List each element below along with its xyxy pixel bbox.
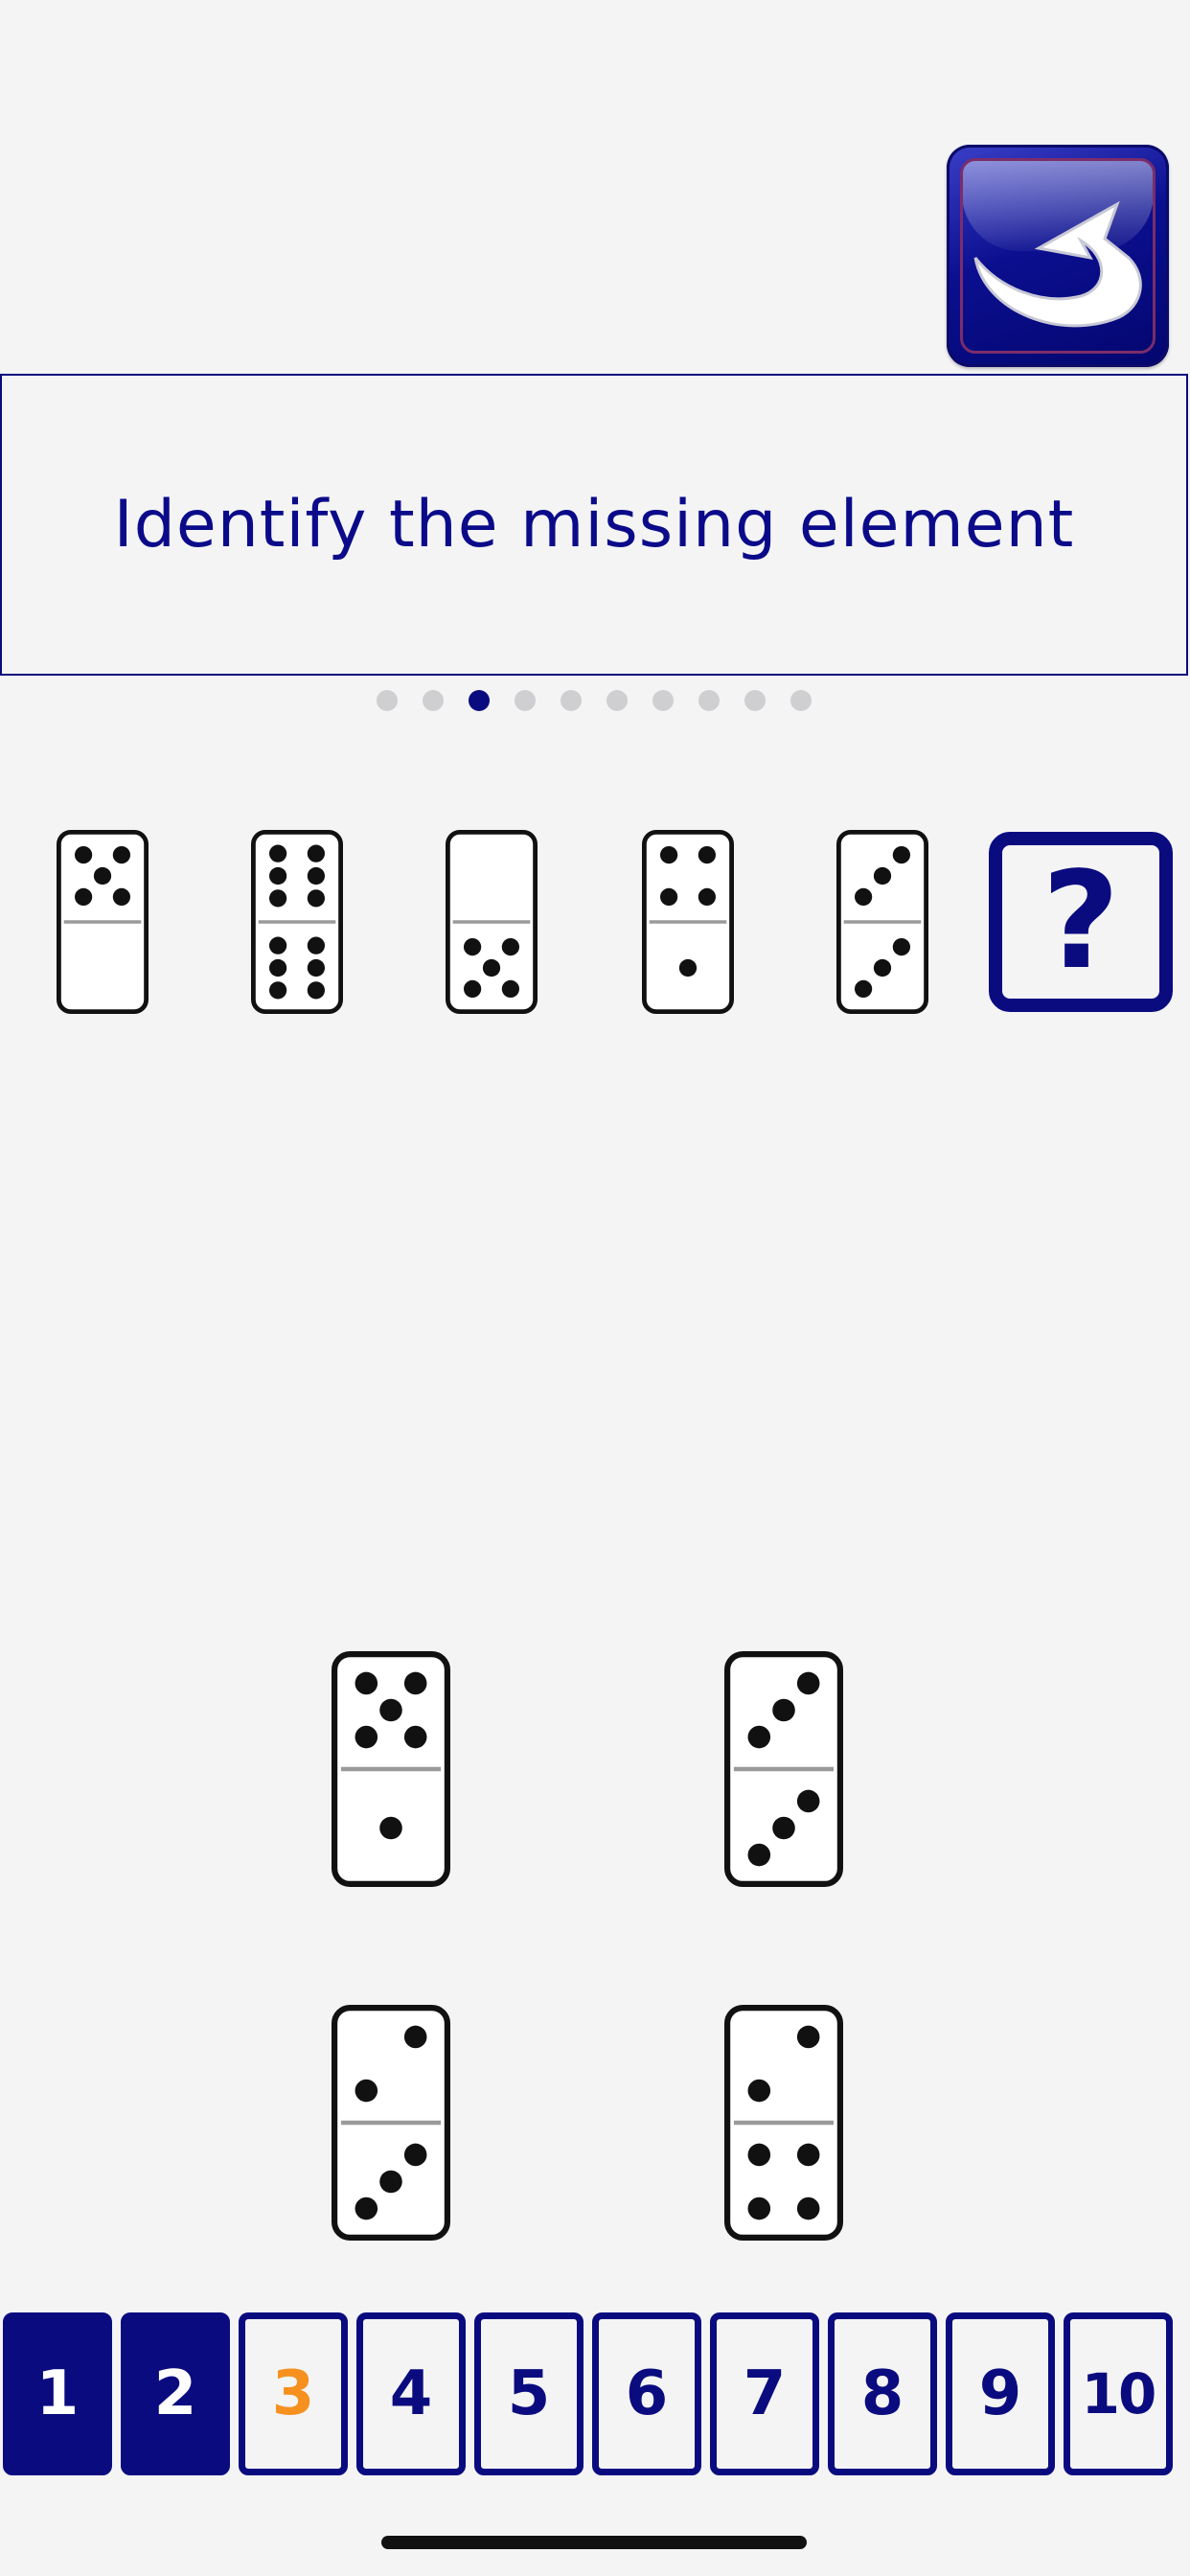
progress-dots xyxy=(377,690,812,711)
sequence-domino xyxy=(446,830,538,1014)
page-button-5[interactable]: 5 xyxy=(474,2312,584,2475)
domino-bottom-pip xyxy=(796,2143,820,2167)
domino-top-pip xyxy=(268,889,287,908)
domino-top-pip xyxy=(355,1671,378,1695)
progress-dot xyxy=(423,690,444,711)
answer-option-domino[interactable] xyxy=(723,1650,844,1888)
domino-top-pip xyxy=(307,889,326,908)
page-button-4[interactable]: 4 xyxy=(356,2312,466,2475)
domino-bottom-pip xyxy=(403,2143,427,2167)
domino-top-pip xyxy=(796,1671,820,1695)
missing-element-placeholder: ? xyxy=(989,832,1173,1012)
domino-top-pip xyxy=(355,1725,378,1749)
progress-dot xyxy=(469,690,490,711)
instruction-text: Identify the missing element xyxy=(113,487,1075,563)
domino-top-pip xyxy=(379,1698,402,1722)
answer-option-domino[interactable] xyxy=(331,1650,451,1888)
answer-option-domino[interactable] xyxy=(331,2004,451,2242)
domino-bottom-pip xyxy=(678,958,698,978)
domino-top-pip xyxy=(403,2025,427,2049)
progress-dot xyxy=(698,690,720,711)
domino-top-pip xyxy=(112,887,131,907)
sequence-domino xyxy=(251,830,343,1014)
domino-top-pip xyxy=(268,844,287,862)
sequence-domino xyxy=(57,830,149,1014)
progress-dot xyxy=(790,690,812,711)
domino-bottom-pip xyxy=(307,936,326,954)
domino-bottom-pip xyxy=(379,1816,402,1840)
domino-bottom-pip xyxy=(463,937,482,956)
domino-top-pip xyxy=(698,845,717,864)
domino-top-pip xyxy=(659,845,678,864)
domino-bottom-pip xyxy=(463,979,482,999)
domino-top-pip xyxy=(892,845,911,864)
domino-bottom-pip xyxy=(268,958,287,978)
sequence-domino xyxy=(642,830,734,1014)
domino-top-pip xyxy=(747,2079,771,2103)
progress-dot xyxy=(561,690,582,711)
page-button-10[interactable]: 10 xyxy=(1064,2312,1173,2475)
instruction-banner: Identify the missing element xyxy=(0,374,1188,676)
page-button-3[interactable]: 3 xyxy=(239,2312,348,2475)
domino-top-pip xyxy=(747,1725,771,1749)
domino-bottom-pip xyxy=(307,981,326,1000)
domino-top-pip xyxy=(698,887,717,907)
domino-bottom-pip xyxy=(355,2196,378,2220)
domino-bottom-pip xyxy=(796,2196,820,2220)
domino-bottom-pip xyxy=(854,979,873,999)
domino-bottom-pip xyxy=(379,2170,402,2194)
domino-bottom-pip xyxy=(772,1816,795,1840)
back-button[interactable] xyxy=(947,145,1169,367)
page-button-2[interactable]: 2 xyxy=(121,2312,230,2475)
domino-bottom-pip xyxy=(482,958,501,978)
domino-bottom-pip xyxy=(268,981,287,1000)
domino-top-pip xyxy=(112,845,131,864)
domino-bottom-pip xyxy=(307,958,326,978)
domino-bottom-pip xyxy=(268,936,287,954)
domino-bottom-pip xyxy=(892,937,911,956)
page-button-6[interactable]: 6 xyxy=(592,2312,701,2475)
question-pager: 1 2 3 4 5 6 7 8 9 10 xyxy=(3,2312,1173,2475)
page-button-7[interactable]: 7 xyxy=(710,2312,819,2475)
domino-top-pip xyxy=(796,2025,820,2049)
sequence-domino xyxy=(836,830,928,1014)
progress-dot xyxy=(744,690,766,711)
domino-bottom-pip xyxy=(747,2196,771,2220)
page-button-8[interactable]: 8 xyxy=(828,2312,937,2475)
domino-top-pip xyxy=(268,866,287,886)
domino-top-pip xyxy=(403,1671,427,1695)
progress-dot xyxy=(606,690,628,711)
progress-dot xyxy=(377,690,398,711)
domino-bottom-pip xyxy=(747,2143,771,2167)
domino-top-pip xyxy=(403,1725,427,1749)
domino-top-pip xyxy=(854,887,873,907)
domino-top-pip xyxy=(307,844,326,862)
domino-top-pip xyxy=(74,887,93,907)
domino-bottom-pip xyxy=(747,1843,771,1867)
page-button-9[interactable]: 9 xyxy=(946,2312,1055,2475)
domino-top-pip xyxy=(355,2079,378,2103)
domino-bottom-pip xyxy=(796,1789,820,1813)
domino-top-pip xyxy=(74,845,93,864)
domino-top-pip xyxy=(659,887,678,907)
answer-option-domino[interactable] xyxy=(723,2004,844,2242)
domino-bottom-pip xyxy=(501,937,520,956)
domino-top-pip xyxy=(307,866,326,886)
curved-back-arrow-icon xyxy=(973,200,1142,328)
domino-top-pip xyxy=(873,866,892,886)
domino-top-pip xyxy=(772,1698,795,1722)
home-indicator xyxy=(381,2536,807,2549)
domino-bottom-pip xyxy=(873,958,892,978)
progress-dot xyxy=(652,690,674,711)
progress-dot xyxy=(515,690,536,711)
page-button-1[interactable]: 1 xyxy=(3,2312,112,2475)
question-mark-icon: ? xyxy=(1041,843,1120,1000)
domino-top-pip xyxy=(93,866,112,886)
domino-bottom-pip xyxy=(501,979,520,999)
